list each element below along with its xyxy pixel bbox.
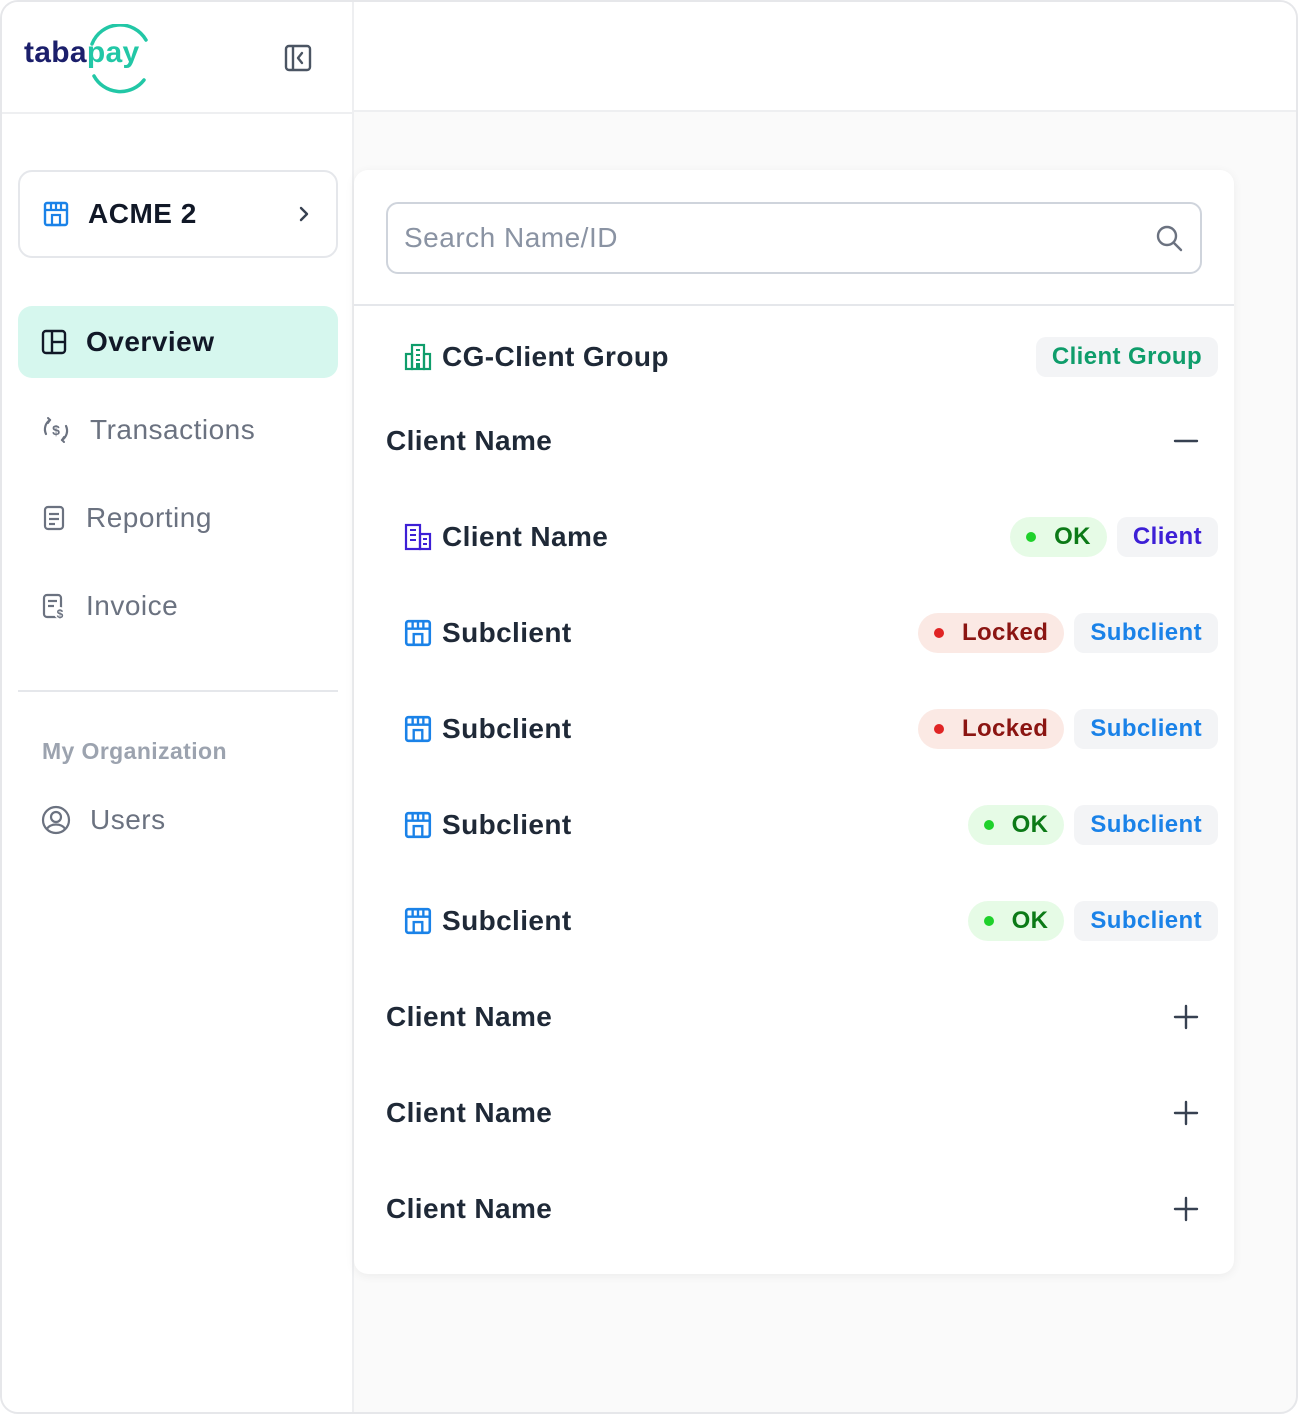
nav-item-overview[interactable]: Overview: [18, 306, 338, 378]
client-header-title: Client Name: [386, 1001, 553, 1032]
invoice-icon: $: [42, 593, 66, 620]
sidebar-header: tabapay: [2, 2, 352, 114]
search-box[interactable]: [386, 202, 1202, 274]
client-header-row[interactable]: Client Name: [386, 1085, 1218, 1141]
subclient-title: Subclient: [442, 713, 572, 744]
nav-label-overview: Overview: [86, 326, 215, 357]
svg-text:$: $: [57, 607, 64, 620]
building-icon: [402, 521, 434, 553]
expand-button[interactable]: [1162, 993, 1210, 1041]
status-badge: OK: [1010, 517, 1107, 557]
storefront-icon: [402, 617, 434, 649]
org-name: ACME 2: [88, 198, 197, 229]
nav-item-transactions[interactable]: $ Transactions: [18, 394, 338, 466]
subclient-title: Subclient: [442, 905, 572, 936]
sidebar-divider: [18, 690, 338, 692]
subclient-row[interactable]: Subclient Locked Subclient: [386, 605, 1218, 661]
minus-icon: [1173, 439, 1199, 443]
svg-text:$: $: [52, 422, 60, 438]
storefront-icon: [402, 905, 434, 937]
subclient-row[interactable]: Subclient Locked Subclient: [386, 701, 1218, 757]
type-badge: Subclient: [1074, 613, 1218, 653]
type-badge: Subclient: [1074, 709, 1218, 749]
client-header-title: Client Name: [386, 425, 553, 456]
search-input[interactable]: [404, 222, 1154, 254]
nav-item-reporting[interactable]: Reporting: [18, 482, 338, 554]
main-nav: Overview $ Transactions Reporting $ Invo…: [18, 306, 338, 658]
nav-item-users[interactable]: Users: [18, 784, 338, 856]
expand-button[interactable]: [1162, 1185, 1210, 1233]
search-icon[interactable]: [1154, 223, 1184, 253]
document-icon: [43, 505, 65, 531]
nav-label-transactions: Transactions: [90, 414, 256, 445]
client-header-title: Client Name: [386, 1193, 553, 1224]
subclient-title: Subclient: [442, 617, 572, 648]
nav-label-reporting: Reporting: [86, 502, 212, 533]
status-badge: OK: [967, 901, 1065, 941]
layout-icon: [41, 329, 67, 355]
status-badge: OK: [967, 805, 1065, 845]
app-window: tabapay ACME 2 Overview $ Transactions R…: [0, 0, 1298, 1414]
collapse-button[interactable]: [1162, 417, 1210, 465]
client-header-row[interactable]: Client Name: [386, 413, 1218, 469]
subclient-row[interactable]: Subclient OK Subclient: [386, 893, 1218, 949]
card-divider: [354, 304, 1234, 306]
subclient-title: Subclient: [442, 809, 572, 840]
sidebar-collapse-icon: [284, 44, 312, 72]
tabapay-logo[interactable]: tabapay: [24, 24, 154, 94]
org-switcher[interactable]: ACME 2: [18, 170, 338, 258]
status-text: OK: [1054, 523, 1091, 550]
currency-exchange-icon: $: [43, 417, 69, 443]
client-header-title: Client Name: [386, 1097, 553, 1128]
status-text: Locked: [961, 619, 1049, 646]
subclient-row[interactable]: Subclient OK Subclient: [386, 797, 1218, 853]
chevron-right-icon: [299, 206, 309, 222]
status-text: OK: [1011, 811, 1049, 838]
type-badge: Subclient: [1074, 805, 1218, 845]
type-badge: Client Group: [1035, 337, 1218, 377]
storefront-icon: [402, 713, 434, 745]
status-text: OK: [1011, 907, 1049, 934]
type-badge: Subclient: [1074, 901, 1218, 941]
office-building-icon: [402, 341, 434, 373]
plus-icon: [1173, 1100, 1199, 1126]
user-circle-icon: [41, 805, 71, 835]
section-title-my-organization: My Organization: [42, 738, 227, 764]
nav-label-invoice: Invoice: [86, 590, 179, 621]
nav-label-users: Users: [90, 804, 166, 835]
type-badge: Client: [1116, 517, 1218, 557]
client-group-title: CG-Client Group: [442, 341, 669, 372]
client-title: Client Name: [442, 521, 609, 552]
client-header-row[interactable]: Client Name: [386, 989, 1218, 1045]
client-row[interactable]: Client Name OK Client: [386, 509, 1218, 565]
sidebar: tabapay ACME 2 Overview $ Transactions R…: [2, 2, 354, 1412]
status-badge: Locked: [917, 709, 1065, 749]
top-bar: [354, 2, 1296, 112]
logo-wordmark: tabapay: [24, 36, 140, 70]
status-text: Locked: [961, 715, 1049, 742]
storefront-icon: [402, 809, 434, 841]
logo-part-pay: pay: [86, 36, 140, 69]
collapse-sidebar-button[interactable]: [282, 42, 314, 74]
plus-icon: [1173, 1196, 1199, 1222]
logo-part-taba: taba: [24, 36, 87, 69]
storefront-icon: [43, 201, 69, 227]
client-group-row[interactable]: CG-Client Group Client Group: [386, 329, 1218, 385]
client-header-row[interactable]: Client Name: [386, 1181, 1218, 1237]
client-tree-card: CG-Client Group Client Group Client Name: [354, 170, 1234, 1274]
plus-icon: [1173, 1004, 1199, 1030]
nav-item-invoice[interactable]: $ Invoice: [18, 570, 338, 642]
status-badge: Locked: [917, 613, 1065, 653]
expand-button[interactable]: [1162, 1089, 1210, 1137]
